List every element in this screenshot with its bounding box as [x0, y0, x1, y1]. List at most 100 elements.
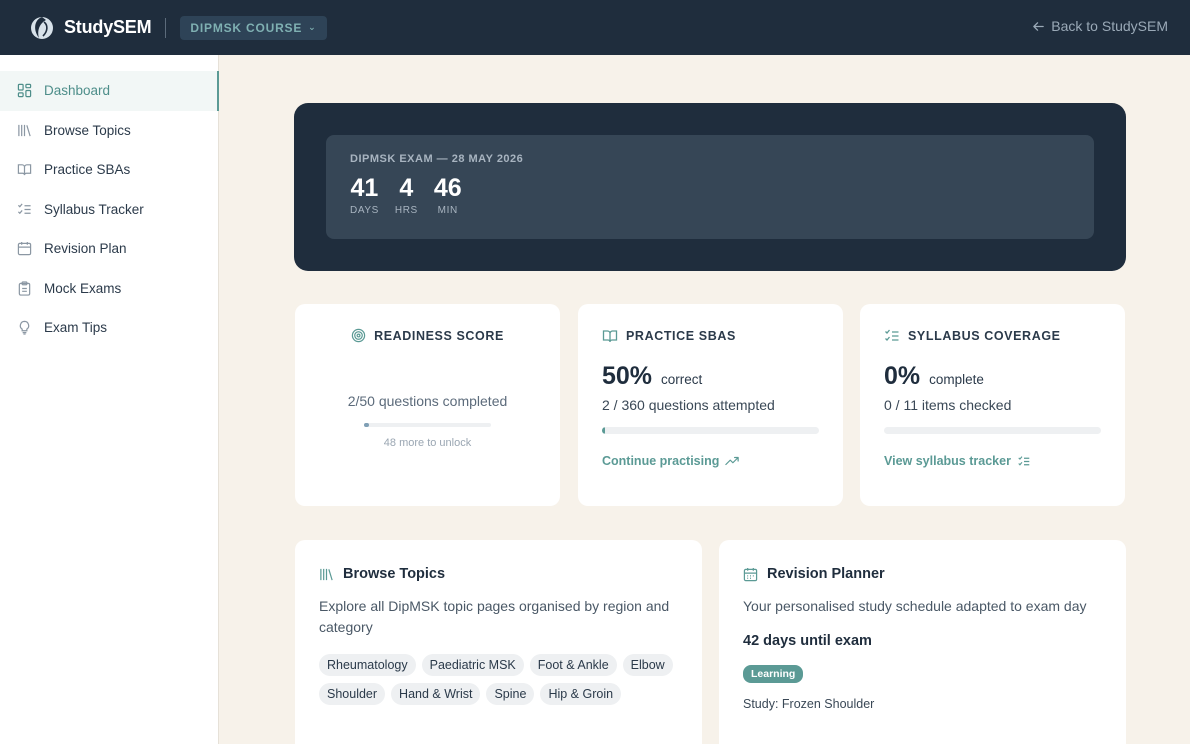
syllabus-percent-label: complete [929, 372, 984, 387]
topic-chip[interactable]: Elbow [622, 654, 673, 676]
hours-value: 4 [399, 174, 414, 202]
syllabus-title: SYLLABUS COVERAGE [884, 328, 1101, 344]
browse-topics-description: Explore all DipMSK topic pages organised… [319, 598, 670, 635]
learning-phase-badge: Learning [743, 665, 804, 683]
open-book-icon [16, 162, 32, 178]
days-label: DAYS [350, 205, 379, 216]
readiness-progress-bar [364, 423, 491, 427]
clipboard-icon [16, 280, 32, 296]
readiness-score-card: READINESS SCORE 2/50 questions completed… [295, 304, 560, 506]
sidebar-item-label: Revision Plan [44, 241, 127, 257]
chevron-down-icon: ⌄ [308, 22, 317, 32]
minutes-value: 46 [433, 174, 462, 202]
sidebar-item-label: Mock Exams [44, 280, 122, 296]
sidebar-item-revision-plan[interactable]: Revision Plan [0, 229, 218, 269]
sidebar-item-label: Browse Topics [44, 122, 131, 138]
sidebar-item-syllabus-tracker[interactable]: Syllabus Tracker [0, 190, 218, 230]
readiness-progress-fill [364, 423, 369, 427]
back-to-studysem-link[interactable]: Back to StudySEM [1032, 18, 1168, 34]
back-link-label: Back to StudySEM [1051, 18, 1168, 34]
view-syllabus-tracker-label: View syllabus tracker [884, 454, 1011, 468]
sidebar-item-label: Dashboard [44, 83, 111, 99]
practice-progress-bar [602, 427, 819, 434]
exam-countdown-banner: DIPMSK EXAM — 28 MAY 2026 41 DAYS 4 HRS … [294, 103, 1126, 271]
sidebar: Dashboard Browse Topics Practice SBAs Sy… [0, 55, 219, 744]
dashboard-grid-icon [16, 83, 32, 99]
browse-topics-title: Browse Topics [319, 566, 678, 582]
countdown-units: 41 DAYS 4 HRS 46 MIN [350, 175, 1070, 216]
target-icon [351, 328, 366, 343]
syllabus-title-label: SYLLABUS COVERAGE [908, 329, 1061, 343]
countdown-panel: DIPMSK EXAM — 28 MAY 2026 41 DAYS 4 HRS … [326, 135, 1094, 239]
readiness-title-label: READINESS SCORE [374, 328, 504, 343]
topic-chips: Rheumatology Paediatric MSK Foot & Ankle… [319, 654, 678, 705]
brand-divider [165, 17, 167, 38]
readiness-progress-text: 2/50 questions completed [347, 393, 508, 409]
lightbulb-icon [16, 320, 32, 336]
sidebar-item-label: Exam Tips [44, 320, 108, 336]
sidebar-item-practice-sbas[interactable]: Practice SBAs [0, 150, 218, 190]
sidebar-item-dashboard[interactable]: Dashboard [0, 71, 219, 111]
sidebar-item-label: Syllabus Tracker [44, 201, 144, 217]
practice-sbas-card: PRACTICE SBAS 50% correct 2 / 360 questi… [578, 304, 843, 506]
syllabus-progress-bar [884, 427, 1101, 434]
current-study-topic: Study: Frozen Shoulder [743, 697, 875, 711]
practice-progress-fill [602, 427, 605, 434]
topic-chip[interactable]: Spine [486, 683, 535, 705]
syllabus-coverage-card: SYLLABUS COVERAGE 0% complete 0 / 11 ite… [860, 304, 1125, 506]
topic-chip[interactable]: Foot & Ankle [529, 654, 617, 676]
practice-score-row: 50% correct [602, 362, 819, 391]
arrow-left-icon [1033, 21, 1045, 31]
readiness-unlock-hint: 48 more to unlock [383, 437, 472, 449]
library-books-icon [16, 122, 32, 138]
countdown-hours: 4 HRS [395, 175, 418, 216]
checklist-icon [884, 328, 900, 344]
open-book-icon [602, 328, 618, 344]
browse-topics-title-label: Browse Topics [343, 566, 446, 582]
syllabus-checked: 0 / 11 items checked [884, 397, 1012, 413]
course-selector-label: DIPMSK COURSE [190, 20, 303, 35]
sidebar-item-exam-tips[interactable]: Exam Tips [0, 308, 218, 348]
continue-practising-link[interactable]: Continue practising [602, 454, 819, 468]
calendar-icon [16, 241, 32, 257]
practice-percent-label: correct [661, 372, 703, 387]
countdown-days: 41 DAYS [350, 175, 379, 216]
checklist-icon [16, 201, 32, 217]
calendar-icon [743, 567, 758, 582]
revision-planner-title-label: Revision Planner [767, 566, 885, 582]
topic-chip[interactable]: Hip & Groin [540, 683, 622, 705]
sidebar-item-browse-topics[interactable]: Browse Topics [0, 111, 218, 151]
readiness-title: READINESS SCORE [319, 328, 536, 343]
topic-chip[interactable]: Hand & Wrist [391, 683, 481, 705]
logo-icon [31, 16, 53, 39]
revision-planner-description: Your personalised study schedule adapted… [743, 598, 1087, 614]
sidebar-item-mock-exams[interactable]: Mock Exams [0, 269, 218, 309]
revision-planner-title: Revision Planner [743, 566, 1102, 582]
course-selector[interactable]: DIPMSK COURSE ⌄ [180, 15, 327, 40]
topic-chip[interactable]: Paediatric MSK [421, 654, 524, 676]
checklist-icon [1018, 455, 1030, 466]
topic-chip[interactable]: Shoulder [319, 683, 386, 705]
brand-logo-link[interactable]: StudySEM [30, 16, 152, 40]
revision-planner-card[interactable]: Revision Planner Your personalised study… [719, 540, 1126, 744]
top-bar: StudySEM DIPMSK COURSE ⌄ Back to StudySE… [0, 0, 1190, 55]
practice-attempted: 2 / 360 questions attempted [602, 397, 775, 413]
sidebar-item-label: Practice SBAs [44, 162, 131, 178]
continue-practising-label: Continue practising [602, 454, 720, 468]
browse-topics-card[interactable]: Browse Topics Explore all DipMSK topic p… [295, 540, 702, 744]
days-until-exam: 42 days until exam [743, 633, 872, 649]
practice-percent: 50% [602, 362, 653, 390]
topic-chip[interactable]: Rheumatology [319, 654, 416, 676]
minutes-label: MIN [437, 205, 458, 216]
brand-name: StudySEM [64, 17, 152, 37]
days-value: 41 [350, 174, 379, 202]
syllabus-score-row: 0% complete [884, 362, 1101, 391]
library-books-icon [319, 567, 334, 582]
exam-date-label: DIPMSK EXAM — 28 MAY 2026 [350, 153, 524, 165]
practice-title-label: PRACTICE SBAS [626, 329, 736, 343]
practice-title: PRACTICE SBAS [602, 328, 819, 344]
hours-label: HRS [394, 205, 418, 216]
view-syllabus-tracker-link[interactable]: View syllabus tracker [884, 454, 1101, 468]
syllabus-percent: 0% [884, 362, 921, 390]
trending-up-icon [725, 456, 740, 466]
